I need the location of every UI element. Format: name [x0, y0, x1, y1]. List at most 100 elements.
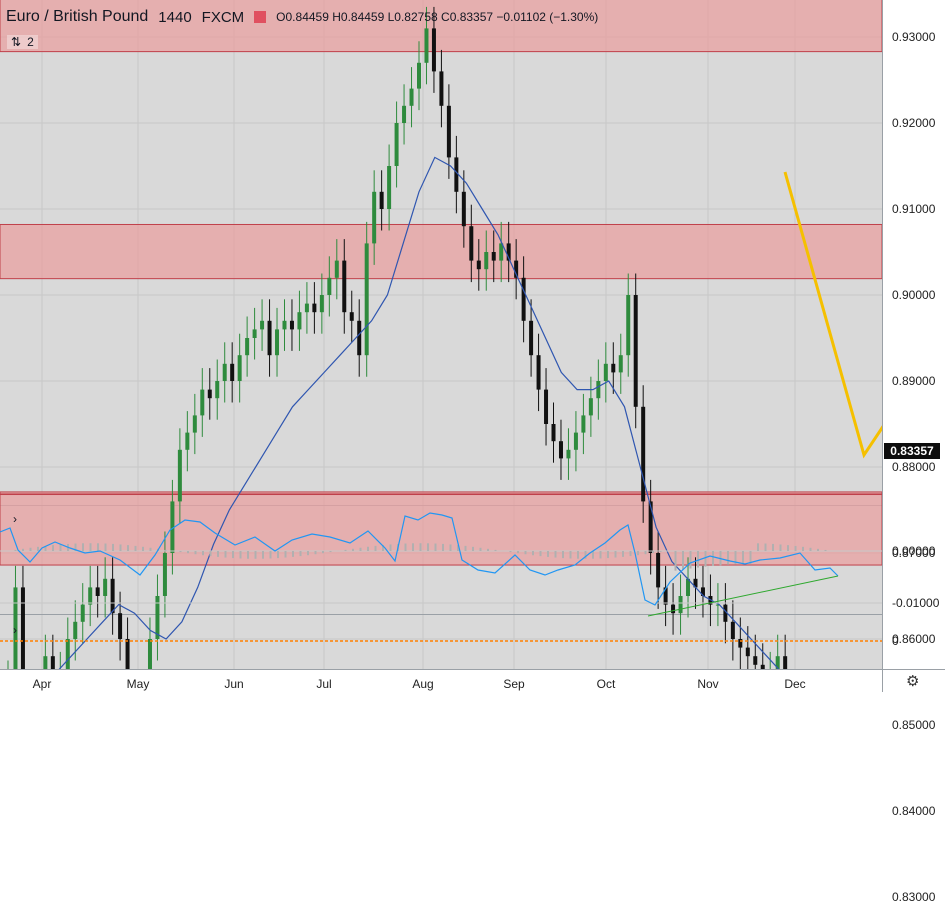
candle-body [357, 320, 362, 356]
candle-body [484, 252, 489, 270]
resistance-zone [0, 491, 882, 495]
price-axis-label: 0.88000 [892, 460, 936, 474]
candle-body [648, 501, 653, 553]
macd-axis-label: 0.00000 [892, 544, 936, 558]
candle-body [177, 449, 182, 502]
candle-body [103, 578, 108, 596]
candle-body [275, 329, 280, 356]
time-axis-label: Dec [784, 677, 806, 691]
collapsed-studies-badge[interactable]: ⇅ 2 [7, 35, 38, 49]
chevron-right-icon[interactable]: › [13, 512, 17, 526]
candle-body [20, 587, 25, 669]
candle-body [409, 88, 414, 106]
time-axis-label: Oct [596, 677, 616, 691]
divergence-line [647, 575, 839, 617]
candle-body [312, 303, 317, 313]
candle-body [603, 363, 608, 381]
gear-icon[interactable]: ⚙ [906, 672, 919, 690]
macd-axis-label: -0.01000 [892, 596, 940, 610]
close-value: C0.83357 [441, 10, 494, 24]
time-axis-label: Aug [412, 677, 434, 691]
ohlc-values: O0.84459 H0.84459 L0.82758 C0.83357 −0.0… [276, 10, 598, 24]
exchange-label: FXCM [201, 8, 245, 26]
candle-body [80, 604, 85, 622]
chart-canvas [0, 0, 882, 669]
candle-body [260, 320, 265, 330]
candle-body [289, 320, 294, 330]
candle-body [424, 28, 429, 63]
candle-body [372, 191, 377, 244]
chevron-up-down-icon: ⇅ [11, 35, 22, 49]
candle-body [125, 639, 130, 669]
candle-body [162, 553, 167, 596]
price-axis-label: 0.89000 [892, 374, 936, 388]
candle-body [446, 105, 451, 158]
candle-body [626, 295, 631, 356]
candle-body [491, 252, 496, 261]
candle-body [596, 381, 601, 399]
candle-body [402, 105, 407, 123]
time-axis-label: Sep [503, 677, 525, 691]
candle-body [611, 363, 616, 373]
candle-body [573, 432, 578, 450]
candle-body [588, 398, 593, 416]
candle-body [334, 260, 339, 278]
candle-body [237, 355, 242, 381]
current-price-label: 0.83357 [884, 443, 940, 459]
candle-body [536, 355, 541, 390]
candle-body [282, 320, 287, 330]
time-axis-label: Jun [224, 677, 244, 691]
candle-body [327, 277, 332, 295]
price-axis-label: 0.91000 [892, 202, 936, 216]
candle-body [364, 243, 369, 356]
price-axis-label: 0.92000 [892, 116, 936, 130]
candle-body [304, 303, 309, 313]
candle-body [730, 621, 735, 639]
price-axis-label: 0.90000 [892, 288, 936, 302]
candle-body [551, 424, 556, 442]
candle-body [95, 587, 100, 596]
candle-body [656, 553, 661, 588]
flag-icon[interactable] [254, 11, 267, 23]
time-axis-label: Nov [697, 677, 719, 691]
chart-app: 0.93000 0.92000 0.91000 0.90000 0.89000 0.880… [0, 0, 945, 904]
time-axis-label: May [126, 677, 150, 691]
candle-body [215, 381, 220, 399]
price-axis-label: 0.83000 [892, 890, 936, 904]
candle-body [529, 320, 534, 356]
price-axis-label: 0.93000 [892, 30, 936, 44]
low-value: L0.82758 [387, 10, 438, 24]
candle-body [641, 406, 646, 502]
candle-body [342, 260, 347, 313]
high-value: H0.84459 [332, 10, 385, 24]
time-axis-label: Jul [316, 677, 332, 691]
candle-body [387, 166, 392, 209]
candle-body [230, 363, 235, 381]
chevron-right-icon[interactable]: › [13, 623, 17, 637]
candle-body [118, 613, 123, 639]
candle-body [73, 621, 78, 639]
candle-body [566, 449, 571, 459]
change-value: −0.01102 (−1.30%) [496, 10, 599, 24]
candle-body [222, 363, 227, 381]
candle-body [783, 656, 788, 669]
candle-body [671, 604, 676, 614]
candle-body [43, 656, 48, 669]
candle-body [417, 62, 421, 89]
oscillator-axis-label: 0 [892, 634, 899, 648]
candle-body [558, 441, 563, 459]
candle-body [155, 596, 160, 639]
candle-body [618, 355, 623, 373]
symbol-title[interactable]: Euro / British Pound [6, 8, 148, 26]
candle-body [753, 656, 758, 665]
candle-body [147, 639, 152, 669]
time-axis-label: Apr [32, 677, 52, 691]
collapsed-studies-count: 2 [27, 35, 34, 49]
resistance-zone [0, 223, 882, 280]
candle-body [185, 432, 190, 450]
interval-label[interactable]: 1440 [158, 9, 191, 26]
price-axis[interactable] [882, 0, 945, 669]
candle-body [461, 191, 466, 227]
candle-body [65, 639, 70, 669]
candle-body [476, 260, 481, 270]
